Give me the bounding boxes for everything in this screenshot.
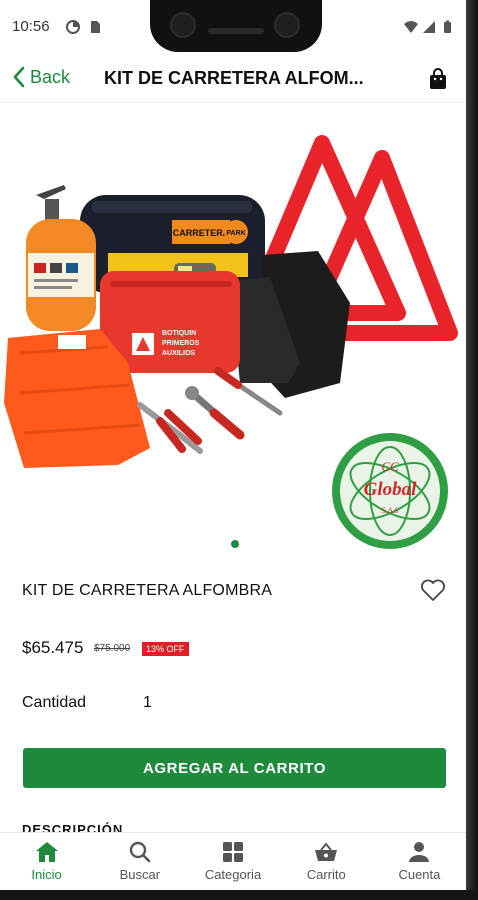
chevron-left-icon (13, 66, 25, 88)
product-name: KIT DE CARRETERA ALFOMBRA (22, 582, 273, 599)
camera-notch (150, 0, 322, 52)
top-app-bar: Back KIT DE CARRETERA ALFOM... (0, 56, 466, 103)
heart-icon[interactable] (420, 579, 446, 603)
bag-sub-label: PARK (226, 230, 245, 237)
road-kit-illustration: CARRETERA PARK BOTIQUIN PRIMEROS AUXILIO… (4, 135, 458, 549)
nav-label: Buscar (119, 867, 161, 882)
nav-label: Carrito (306, 867, 346, 882)
sim-icon (91, 21, 100, 33)
quantity-label: Cantidad (22, 694, 87, 711)
basket-icon (315, 842, 338, 861)
nav-label: Inicio (31, 867, 62, 882)
status-bar: 10:56 (0, 0, 466, 56)
data-saver-icon (66, 20, 80, 34)
logo-line-2: Global (364, 479, 418, 500)
kit-label-2: PRIMEROS (162, 340, 200, 347)
logo-line-1: CC (381, 459, 399, 474)
bottom-navigation: Inicio Buscar Categoria Carrito Cuenta (0, 832, 466, 891)
nav-item-cuenta[interactable]: Cuenta (373, 833, 466, 891)
nav-item-buscar[interactable]: Buscar (93, 833, 186, 891)
home-icon (35, 842, 58, 862)
nav-label: Categoria (204, 867, 262, 882)
original-price: $75.000 (94, 643, 131, 654)
app-screen: 10:56 Back KIT DE CARRETERA ALFOM... CAR… (0, 0, 466, 900)
page-title: KIT DE CARRETERA ALFOM... (104, 68, 364, 88)
quantity-selector[interactable]: 1 (143, 694, 152, 712)
nav-label: Cuenta (398, 867, 441, 882)
product-image[interactable]: CARRETERA PARK BOTIQUIN PRIMEROS AUXILIO… (0, 103, 466, 558)
signal-icon (423, 21, 435, 33)
grid-icon (223, 842, 243, 862)
nav-item-inicio[interactable]: Inicio (0, 833, 93, 891)
device-frame-bottom (0, 890, 478, 900)
carousel-indicator[interactable] (231, 540, 239, 548)
description-heading: DESCRIPCIÓN (22, 822, 124, 832)
bag-label: CARRETERA (173, 228, 230, 238)
nav-item-categoria[interactable]: Categoria (186, 833, 279, 891)
status-time: 10:56 (12, 18, 50, 35)
kit-label-1: BOTIQUIN (162, 330, 196, 337)
nav-item-carrito[interactable]: Carrito (280, 833, 373, 891)
logo-line-3: S.A.S (382, 506, 399, 515)
battery-icon (444, 20, 451, 33)
discount-badge: 13% OFF (142, 642, 189, 656)
kit-label-3: AUXILIOS (162, 350, 195, 357)
back-button[interactable]: Back (12, 66, 70, 88)
add-to-cart-button[interactable]: AGREGAR AL CARRITO (23, 748, 446, 788)
back-label: Back (30, 66, 71, 87)
wifi-icon (404, 21, 418, 33)
person-icon (409, 842, 430, 862)
shopping-bag-icon[interactable] (428, 68, 448, 90)
device-frame-edge (466, 0, 478, 900)
search-icon (129, 841, 151, 863)
product-price: $65.475 (22, 638, 84, 657)
